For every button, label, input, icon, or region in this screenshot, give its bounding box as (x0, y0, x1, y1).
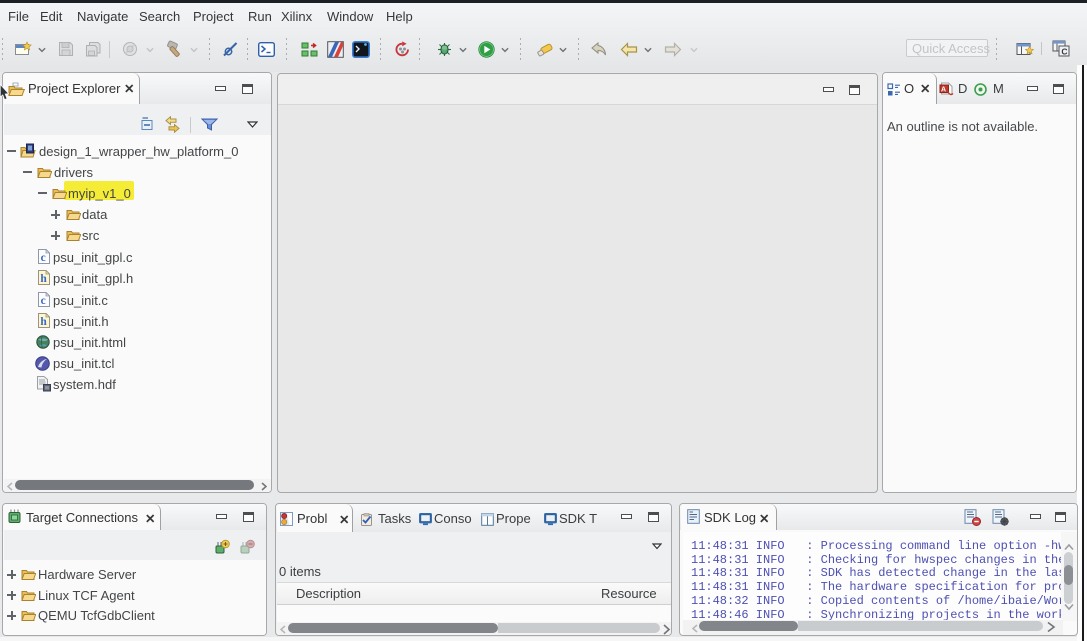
svg-text:h: h (40, 273, 47, 285)
svg-text:h: h (40, 316, 47, 328)
svg-text:A: A (941, 87, 946, 94)
svg-text:c: c (41, 252, 46, 264)
svg-text:c: c (41, 295, 46, 307)
svg-text:C: C (1061, 46, 1067, 56)
